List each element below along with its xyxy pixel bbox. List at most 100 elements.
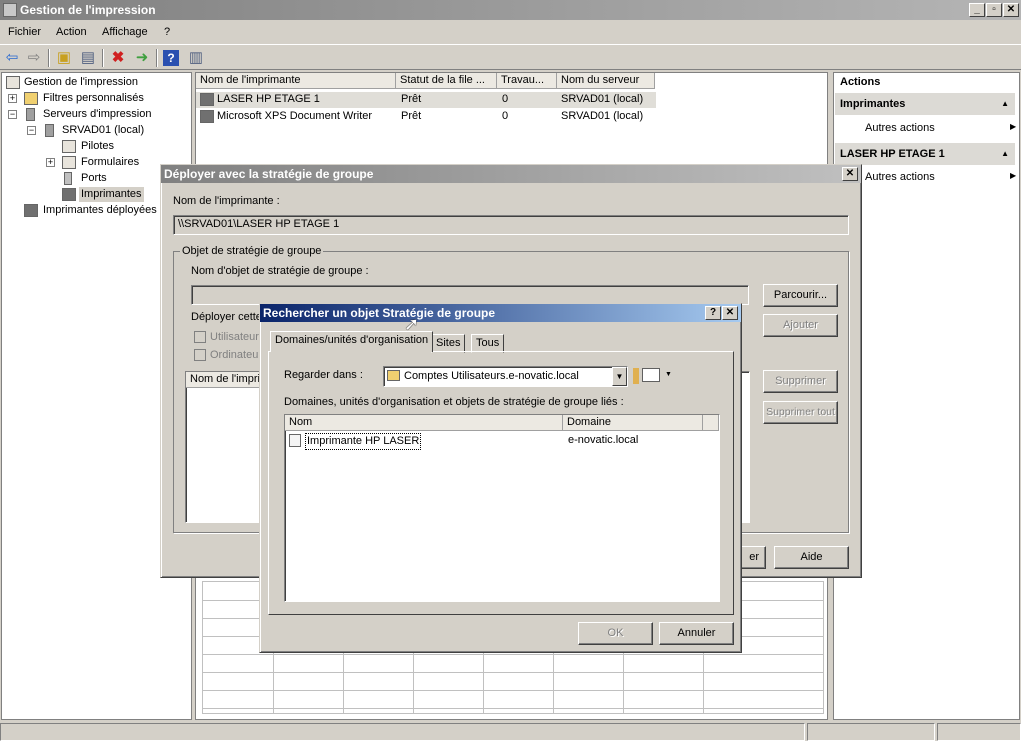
up-folder-icon[interactable]: ▣ (54, 48, 74, 68)
column-header-jobs[interactable]: Travau... (497, 73, 557, 89)
column-header-queue-status[interactable]: Statut de la file ... (396, 73, 497, 89)
server-cell: SRVAD01 (local) (561, 110, 644, 122)
close-icon[interactable]: ✕ (722, 306, 738, 320)
add-button[interactable]: Ajouter (763, 314, 838, 337)
forward-icon[interactable]: ⇨ (24, 48, 44, 68)
column-header-server-name[interactable]: Nom du serveur (557, 73, 655, 89)
dropdown-arrow-icon[interactable]: ▼ (612, 367, 627, 386)
status-cell: Prêt (401, 93, 422, 105)
status-cell: Prêt (401, 110, 422, 122)
printer-icon (200, 110, 214, 123)
close-window-button[interactable]: ✕ (1003, 3, 1019, 17)
collapse-up-icon[interactable]: ▲ (1001, 93, 1009, 115)
tree-forms[interactable]: Formulaires (81, 155, 139, 170)
tree-drivers[interactable]: Pilotes (81, 139, 114, 154)
show-hide-tree-icon[interactable]: ▤ (78, 48, 98, 68)
table-row[interactable]: Imprimante HP LASER e-novatic.local (285, 433, 719, 450)
remove-button[interactable]: Supprimer (763, 370, 838, 393)
menu-affichage[interactable]: Affichage (102, 26, 148, 38)
server-cell: SRVAD01 (local) (561, 93, 644, 105)
toolbar-separator (48, 49, 50, 67)
minimize-button[interactable]: _ (969, 3, 985, 17)
tree-custom-filters[interactable]: Filtres personnalisés (43, 91, 144, 106)
action-more-actions[interactable]: Autres actions (865, 171, 935, 183)
jobs-cell: 0 (502, 93, 509, 105)
gpo-list[interactable]: Nom Domaine Imprimante HP LASER e-novati… (284, 414, 720, 602)
dialog-title: Déployer avec la stratégie de groupe (164, 167, 374, 181)
tab-domains[interactable]: Domaines/unités d'organisation (270, 331, 434, 352)
gpo-search-dialog: Rechercher un objet Stratégie de groupe … (259, 303, 742, 653)
forms-icon (62, 156, 76, 169)
show-action-pane-icon[interactable]: ▥ (186, 48, 206, 68)
delete-icon[interactable]: ✖ (108, 48, 128, 68)
menu-action[interactable]: Action (56, 26, 87, 38)
menu-fichier[interactable]: Fichier (8, 26, 41, 38)
tree-root[interactable]: Gestion de l'impression (24, 75, 138, 90)
ok-button[interactable]: OK (578, 622, 653, 645)
status-bar-panel (807, 723, 935, 741)
tree-server[interactable]: SRVAD01 (local) (62, 123, 144, 138)
port-icon (64, 172, 72, 185)
collapse-icon[interactable]: − (8, 110, 17, 119)
printer-name-cell: LASER HP ETAGE 1 (217, 93, 320, 105)
printer-icon (200, 93, 214, 106)
server-icon (45, 124, 54, 137)
menu-help[interactable]: ? (164, 26, 170, 38)
close-icon[interactable]: ✕ (842, 167, 858, 181)
tab-panel: Regarder dans : Comptes Utilisateurs.e-n… (268, 351, 734, 615)
column-header-name[interactable]: Nom (285, 415, 563, 431)
deploy-label: Déployer cette (191, 311, 262, 323)
view-details-icon[interactable] (642, 368, 660, 382)
help-title-button[interactable]: ? (705, 306, 721, 320)
collapse-up-icon[interactable]: ▲ (1001, 143, 1009, 165)
expand-icon[interactable]: + (46, 158, 55, 167)
action-more-actions[interactable]: Autres actions (865, 122, 935, 134)
users-checkbox[interactable] (194, 331, 206, 343)
column-header-printer-name[interactable]: Nom de l'imprimante (196, 73, 396, 89)
server-icon (26, 108, 35, 121)
jobs-cell: 0 (502, 110, 509, 122)
export-list-icon[interactable]: ➜ (132, 48, 152, 68)
tree-deployed-printers[interactable]: Imprimantes déployées (43, 203, 157, 218)
toolbar: ⇦ ⇨ ▣ ▤ ✖ ➜ ? ▥ (0, 44, 1021, 70)
dialog-title-bar: Rechercher un objet Stratégie de groupe (260, 304, 741, 322)
remove-all-button[interactable]: Supprimer tout (763, 401, 838, 424)
expand-icon[interactable]: + (8, 94, 17, 103)
drivers-icon (62, 140, 76, 153)
back-icon[interactable]: ⇦ (2, 48, 22, 68)
browse-button[interactable]: Parcourir... (763, 284, 838, 307)
computers-label: Ordinateur (210, 349, 262, 361)
new-gpo-icon[interactable] (633, 368, 639, 384)
gpo-name-cell: Imprimante HP LASER (305, 433, 422, 450)
table-row[interactable]: Microsoft XPS Document Writer Prêt 0 SRV… (196, 109, 656, 125)
look-in-value: Comptes Utilisateurs.e-novatic.local (404, 370, 579, 382)
maximize-button[interactable]: ▫ (986, 3, 1002, 17)
print-management-icon (6, 76, 20, 89)
view-dropdown-icon[interactable]: ▼ (665, 371, 672, 378)
column-header-printer-name[interactable]: Nom de l'impri (186, 372, 266, 388)
menu-bar: Fichier Action Affichage ? (0, 22, 1021, 42)
help-icon[interactable]: ? (163, 50, 179, 66)
help-button[interactable]: Aide (774, 546, 849, 569)
actions-section-printers[interactable]: Imprimantes ▲ (835, 93, 1015, 115)
actions-section-laser[interactable]: LASER HP ETAGE 1 ▲ (835, 143, 1015, 165)
status-bar-panel (937, 723, 1021, 741)
printer-name-label: Nom de l'imprimante : (173, 195, 280, 207)
actions-section-label: Imprimantes (840, 98, 906, 110)
look-in-select[interactable]: Comptes Utilisateurs.e-novatic.local ▼ (383, 366, 628, 387)
window-title-bar: Gestion de l'impression (0, 0, 1021, 20)
printer-name-cell: Microsoft XPS Document Writer (217, 110, 373, 122)
tree-printers[interactable]: Imprimantes (79, 187, 144, 202)
tree-ports[interactable]: Ports (81, 171, 107, 186)
tree-print-servers[interactable]: Serveurs d'impression (43, 107, 151, 122)
gpo-name-input[interactable] (191, 285, 749, 305)
collapse-icon[interactable]: − (27, 126, 36, 135)
dialog-title-bar: Déployer avec la stratégie de groupe (161, 165, 861, 183)
table-row[interactable]: LASER HP ETAGE 1 Prêt 0 SRVAD01 (local) (196, 92, 656, 108)
toolbar-separator (156, 49, 158, 67)
gpo-name-label: Nom d'objet de stratégie de groupe : (191, 265, 369, 277)
cancel-button[interactable]: Annuler (659, 622, 734, 645)
look-in-label: Regarder dans : (284, 369, 363, 381)
column-header-domain[interactable]: Domaine (563, 415, 703, 431)
computers-checkbox[interactable] (194, 349, 206, 361)
